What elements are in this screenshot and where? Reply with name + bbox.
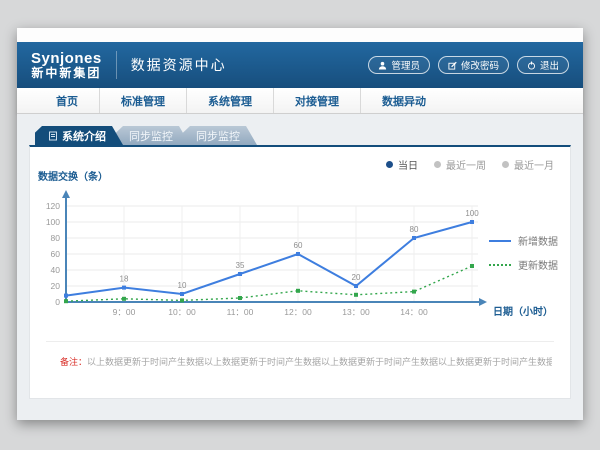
svg-text:120: 120 [46,201,60,211]
nav-item-data-change[interactable]: 数据异动 [360,88,447,113]
filter-label: 最近一周 [446,157,486,172]
radio-dot [386,161,393,168]
change-password-button[interactable]: 修改密码 [438,56,509,74]
logout-label: 退出 [540,58,559,72]
svg-text:0: 0 [55,297,60,307]
filter-today[interactable]: 当日 [386,157,418,172]
tab-system-intro[interactable]: 系统介绍 [35,126,123,145]
svg-text:60: 60 [51,249,61,259]
legend-item-new-data[interactable]: 新增数据 [489,233,558,248]
svg-text:35: 35 [236,261,245,270]
brand-subtitle: 新中新集团 [31,67,102,80]
app-window: Synjones 新中新集团 数据资源中心 管理员 修改密码 [17,28,583,420]
logout-button[interactable]: 退出 [517,56,569,74]
svg-text:9：00: 9：00 [113,307,136,317]
footnote: 备注：以上数据更新于时间产生数据以上数据更新于时间产生数据以上数据更新于时间产生… [60,355,552,368]
top-strip [17,28,583,42]
user-button-label: 管理员 [391,58,420,72]
legend-item-update-data[interactable]: 更新数据 [489,257,558,272]
blue-line-sample [489,240,511,242]
tab-label: 同步监控 [129,128,173,144]
header-actions: 管理员 修改密码 退出 [368,56,569,74]
legend-label: 更新数据 [518,257,558,272]
nav-item-interface-mgmt[interactable]: 对接管理 [273,88,360,113]
svg-text:80: 80 [410,225,419,234]
note-divider [46,341,554,342]
svg-text:20: 20 [352,273,361,282]
svg-text:40: 40 [51,265,61,275]
svg-text:60: 60 [294,241,303,250]
svg-text:12：00: 12：00 [284,307,312,317]
nav-item-standard-mgmt[interactable]: 标准管理 [99,88,186,113]
filter-last-month[interactable]: 最近一月 [502,157,554,172]
tab-sync-monitor-2[interactable]: 同步监控 [183,126,257,145]
legend-label: 新增数据 [518,233,558,248]
green-line-sample [489,264,511,266]
edit-icon [448,61,457,70]
brand-name: Synjones [31,51,102,67]
nav-label: 数据异动 [382,93,426,109]
tab-label: 同步监控 [196,128,240,144]
filter-label: 最近一月 [514,157,554,172]
header-divider [116,51,117,79]
nav-label: 首页 [56,93,78,109]
user-button[interactable]: 管理员 [368,56,430,74]
nav-label: 对接管理 [295,93,339,109]
tab-bar: 系统介绍 同步监控 同步监控 [35,126,583,145]
svg-text:11：00: 11：00 [227,307,254,317]
filter-label: 当日 [398,157,418,172]
tab-sync-monitor-1[interactable]: 同步监控 [116,126,190,145]
nav-label: 系统管理 [208,93,252,109]
footnote-prefix: 备注： [60,357,87,367]
svg-text:18: 18 [120,275,129,284]
radio-dot [502,161,509,168]
chart-legend: 新增数据 更新数据 [489,233,558,281]
svg-text:20: 20 [51,281,61,291]
nav-label: 标准管理 [121,93,165,109]
main-nav: 首页 标准管理 系统管理 对接管理 数据异动 [17,88,583,114]
app-header: Synjones 新中新集团 数据资源中心 管理员 修改密码 [17,42,583,88]
filter-last-week[interactable]: 最近一周 [434,157,486,172]
svg-text:80: 80 [51,233,61,243]
content-area: 系统介绍 同步监控 同步监控 当日 最近一周 [17,114,583,420]
tab-label: 系统介绍 [62,128,106,144]
user-icon [378,61,387,70]
svg-text:日期（小时）: 日期（小时） [493,305,553,318]
page-title: 数据资源中心 [131,55,227,75]
svg-text:100: 100 [465,209,479,218]
svg-text:13：00: 13：00 [342,307,370,317]
svg-text:100: 100 [46,217,60,227]
svg-text:14：00: 14：00 [400,307,428,317]
power-icon [527,61,536,70]
svg-text:10：00: 10：00 [168,307,196,317]
nav-item-home[interactable]: 首页 [35,88,99,113]
brand-logo: Synjones 新中新集团 [31,51,102,79]
radio-dot [434,161,441,168]
svg-text:数据交换（条）: 数据交换（条） [38,170,108,183]
change-password-label: 修改密码 [461,58,499,72]
svg-text:10: 10 [178,281,187,290]
document-icon [48,131,58,141]
nav-item-system-mgmt[interactable]: 系统管理 [186,88,273,113]
chart-filters: 当日 最近一周 最近一月 [386,157,554,172]
footnote-text: 以上数据更新于时间产生数据以上数据更新于时间产生数据以上数据更新于时间产生数据以… [87,357,552,367]
tab-panel: 当日 最近一周 最近一月 0 20 40 60 80 100 120 9：00 10：00 11：… [29,145,571,399]
